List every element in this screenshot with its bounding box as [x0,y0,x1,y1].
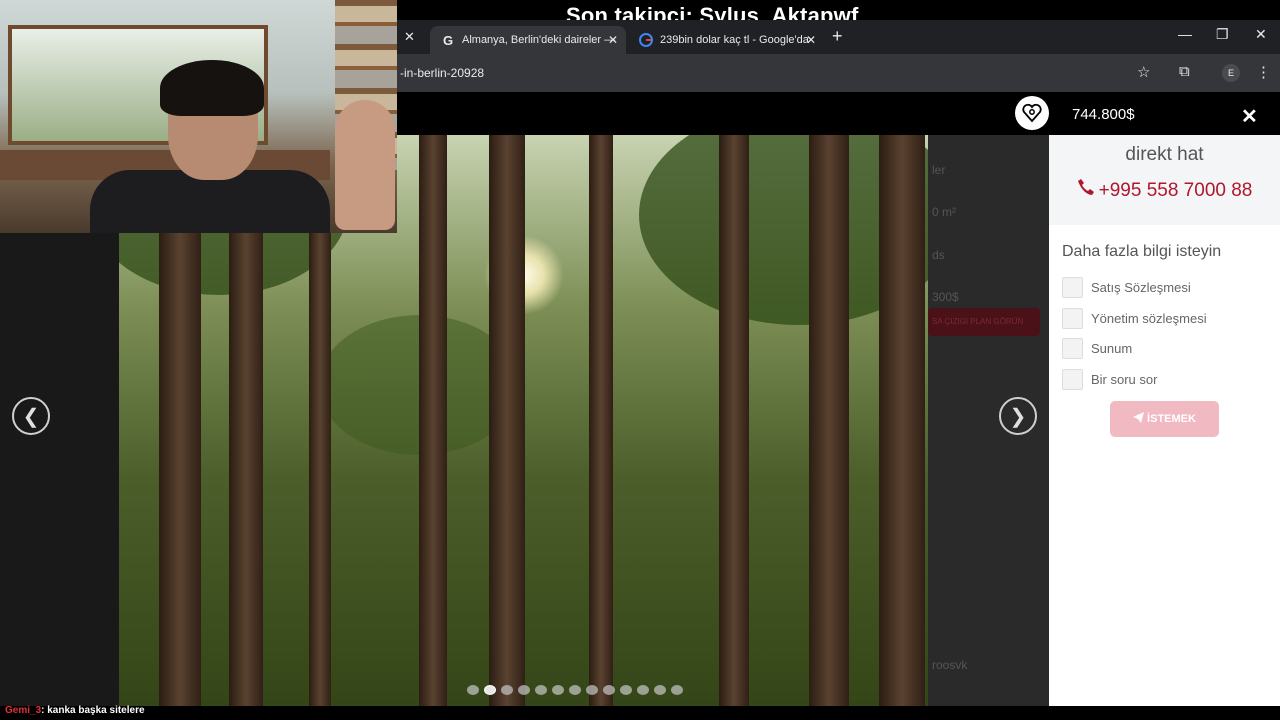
option-management-contract[interactable]: Yönetim sözleşmesi [1062,308,1207,329]
listing-price: 744.800$ [1072,106,1135,123]
gallery-dot[interactable] [518,685,530,695]
option-label: Yönetim sözleşmesi [1091,311,1207,326]
chat-username: Gemi_3 [5,705,42,716]
faded-detail-text: 0 m² [932,205,956,219]
faded-detail-text: roosvk [932,658,968,672]
faded-detail-text: ds [932,248,945,262]
new-tab-button[interactable]: + [832,26,843,47]
tab-close-icon[interactable]: ✕ [608,33,618,47]
extensions-icon[interactable]: ⧉ [1179,63,1190,80]
floor-plan-button: SA ÇIZIGI PLAN GÖRÜN [928,308,1040,336]
checkbox[interactable] [1062,369,1083,390]
google-icon [638,32,654,48]
window-close-icon[interactable]: ✕ [1255,26,1267,43]
submit-label: İSTEMEK [1147,413,1196,425]
gallery-prev-button[interactable]: ❮ [12,397,50,435]
gallery-dot[interactable] [586,685,598,695]
chat-text: : kanka başka sitelere [41,705,145,716]
gallery-dot[interactable] [569,685,581,695]
gallery-dot[interactable] [620,685,632,695]
phone-link[interactable]: +995 558 7000 88 [1049,178,1280,202]
menu-icon[interactable]: ⋮ [1256,63,1271,81]
option-sales-contract[interactable]: Satış Sözleşmesi [1062,277,1191,298]
gallery-dot[interactable] [671,685,683,695]
gallery-dot[interactable] [637,685,649,695]
faded-detail-text: 300$ [932,290,959,304]
phone-icon [1077,178,1095,202]
chat-message: Gemi_3: kanka başka sitelere [5,705,145,716]
tab-close-icon[interactable]: ✕ [806,33,816,47]
gallery-dot[interactable] [484,685,496,695]
send-icon [1133,412,1145,426]
request-info-heading: Daha fazla bilgi isteyin [1062,243,1222,260]
gallery-dot[interactable] [552,685,564,695]
g-logo-icon: G [442,32,454,48]
gallery-dot[interactable] [603,685,615,695]
minimize-icon[interactable]: — [1178,26,1192,42]
option-presentation[interactable]: Sunum [1062,338,1132,359]
checkbox[interactable] [1062,308,1083,329]
faded-detail-text: ler [932,163,946,177]
checkbox[interactable] [1062,277,1083,298]
checkbox[interactable] [1062,338,1083,359]
gallery-next-button[interactable]: ❯ [999,397,1037,435]
tab-label: Almanya, Berlin'deki daireler — [462,34,616,46]
direct-line-label: direkt hat [1125,144,1204,165]
close-icon[interactable]: ✕ [1241,104,1258,129]
tab-close-icon[interactable]: ✕ [404,29,415,45]
option-label: Satış Sözleşmesi [1091,280,1191,295]
restore-icon[interactable]: ❐ [1216,26,1229,43]
heart-logo-icon [1015,96,1049,130]
profile-avatar[interactable]: E [1222,64,1240,82]
option-ask-question[interactable]: Bir soru sor [1062,369,1157,390]
option-label: Sunum [1091,341,1133,356]
webcam-overlay [0,0,397,233]
url-text[interactable]: -in-berlin-20928 [400,66,484,80]
gallery-dot[interactable] [654,685,666,695]
gallery-dot[interactable] [535,685,547,695]
gallery-dot[interactable] [501,685,513,695]
submit-request-button[interactable]: İSTEMEK [1110,401,1219,437]
stream-follower-title: Son takipçi: Sylus_Aktapwf [566,3,859,22]
tab-berlin-apartments[interactable]: G Almanya, Berlin'deki daireler — ✕ [430,26,626,54]
bookmark-star-icon[interactable]: ☆ [1137,63,1150,81]
gallery-pagination [467,685,683,695]
gallery-dot[interactable] [467,685,479,695]
tab-google-search[interactable]: 239bin dolar kaç tl - Google'da ✕ [628,26,824,54]
option-label: Bir soru sor [1091,372,1158,387]
tab-label: 239bin dolar kaç tl - Google'da [660,34,809,46]
phone-number: +995 558 7000 88 [1098,180,1253,201]
